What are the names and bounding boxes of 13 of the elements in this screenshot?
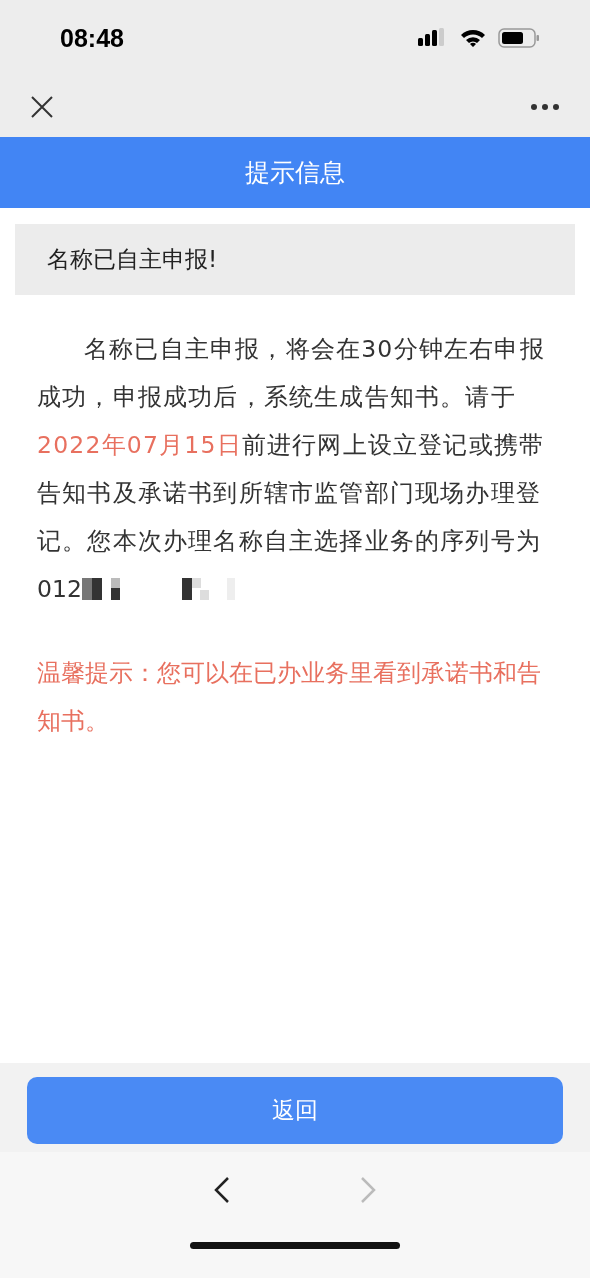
forward-icon	[359, 1176, 377, 1204]
status-banner: 名称已自主申报!	[15, 224, 575, 295]
return-button[interactable]: 返回	[27, 1077, 563, 1144]
more-icon[interactable]	[530, 102, 560, 111]
close-icon[interactable]	[30, 94, 54, 119]
status-time: 08:48	[60, 23, 124, 53]
wifi-icon	[460, 28, 486, 48]
battery-icon	[498, 28, 540, 48]
back-icon	[213, 1176, 231, 1204]
serial-number: 012	[37, 575, 82, 603]
tip-text: 温馨提示：您可以在已办业务里看到承诺书和告知书。	[37, 658, 542, 737]
page-title: 提示信息	[0, 137, 590, 208]
notice-paragraph: 名称已自主申报，将会在30分钟左右申报成功，申报成功后，系统生成告知书。请于 2022年07月15日 前进行网上设立登记或携带告知书及承诺书到所辖市监管部门现场办理登记。您本次办理名称自主选择业务的序列号为	[37, 334, 546, 557]
